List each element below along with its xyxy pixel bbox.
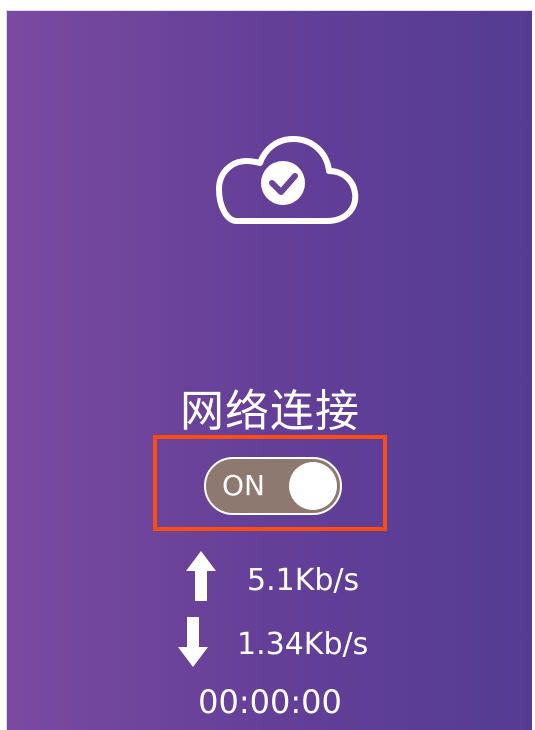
network-panel: 网络连接 ON 5.1Kb/s 1.34Kb/s 00:00:00 [6,10,532,730]
arrow-up-icon [186,551,216,601]
download-speed: 1.34Kb/s [237,627,369,662]
cloud-check-icon [216,136,359,224]
connection-toggle[interactable]: ON [204,457,342,515]
page-title: 网络连接 [180,386,360,437]
toggle-label: ON [222,469,265,502]
upload-speed: 5.1Kb/s [247,563,360,598]
arrow-down-icon [178,617,208,667]
toggle-knob [289,462,337,510]
connection-timer: 00:00:00 [198,683,342,721]
